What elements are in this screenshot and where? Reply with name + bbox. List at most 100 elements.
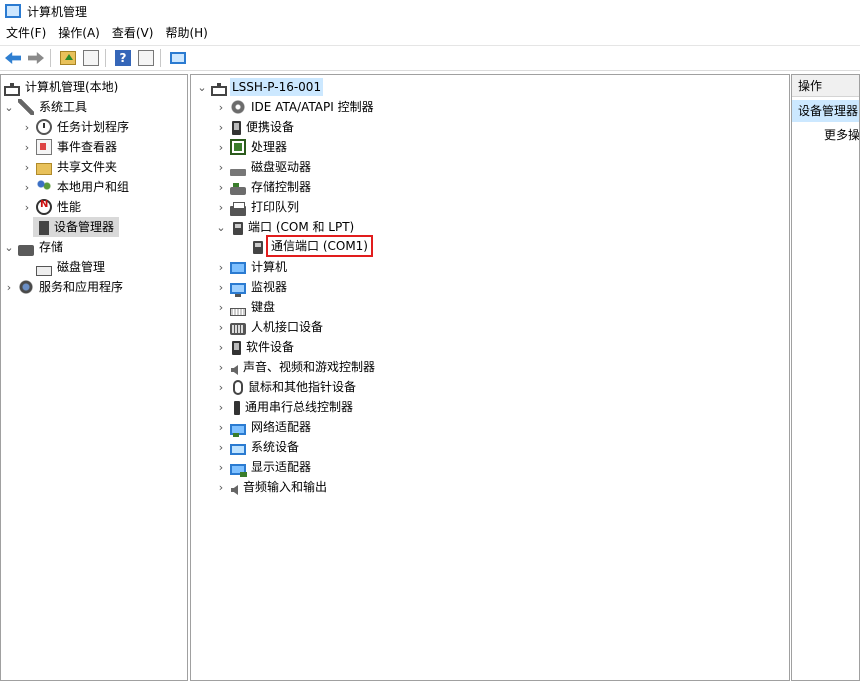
tree-item-disk-management[interactable]: 磁盘管理 — [33, 257, 107, 277]
show-hide-tree-button[interactable] — [81, 48, 101, 68]
menu-file[interactable]: 文件(F) — [0, 23, 52, 43]
chevron-right-icon[interactable]: › — [215, 157, 227, 177]
chevron-right-icon[interactable]: › — [215, 477, 227, 497]
tree-label: 鼠标和其他指针设备 — [248, 380, 357, 394]
device-category-mouse[interactable]: › 鼠标和其他指针设备 — [215, 377, 358, 397]
device-category-monitor[interactable]: › 监视器 — [215, 277, 289, 297]
show-hide-tree-icon — [83, 50, 99, 66]
chevron-right-icon[interactable]: › — [215, 117, 227, 137]
help-button[interactable]: ? — [113, 48, 133, 68]
chevron-right-icon[interactable]: › — [215, 277, 227, 297]
tree-label: 网络适配器 — [251, 420, 312, 434]
tree-label: 存储 — [39, 240, 64, 254]
tree-item-services-apps[interactable]: › 服务和应用程序 — [3, 277, 125, 297]
device-category-ide[interactable]: › IDE ATA/ATAPI 控制器 — [215, 97, 376, 117]
computer-icon — [211, 83, 227, 96]
device-tree-pane[interactable]: ⌄ LSSH-P-16-001 › IDE ATA/ATAPI 控制器 › 便携… — [190, 74, 790, 681]
properties-button[interactable] — [136, 48, 156, 68]
serial-port-icon — [253, 240, 263, 254]
port-icon — [233, 221, 243, 235]
chevron-right-icon[interactable]: › — [21, 197, 33, 217]
toolbar-separator — [160, 49, 161, 67]
tree-label: 系统工具 — [39, 100, 88, 114]
device-category-network[interactable]: › 网络适配器 — [215, 417, 313, 437]
tree-item-local-users[interactable]: › 本地用户和组 — [21, 177, 131, 197]
audio-io-icon — [231, 485, 238, 495]
chevron-right-icon[interactable]: › — [215, 317, 227, 337]
chevron-right-icon[interactable]: › — [215, 457, 227, 477]
tree-label: 系统设备 — [251, 440, 300, 454]
device-category-portable[interactable]: › 便携设备 — [215, 117, 296, 137]
computer-button[interactable] — [168, 48, 188, 68]
device-category-processor[interactable]: › 处理器 — [215, 137, 289, 157]
chevron-right-icon[interactable]: › — [215, 357, 227, 377]
device-category-ports[interactable]: ⌄ 端口 (COM 和 LPT) — [215, 217, 356, 237]
device-category-audio-io[interactable]: › 音频输入和输出 — [215, 477, 329, 497]
chevron-down-icon[interactable]: ⌄ — [3, 97, 15, 117]
hid-icon — [230, 323, 246, 335]
device-category-print-queue[interactable]: › 打印队列 — [215, 197, 301, 217]
display-adapter-icon — [230, 463, 247, 477]
device-category-storage-controller[interactable]: › 存储控制器 — [215, 177, 313, 197]
up-one-level-button[interactable] — [58, 48, 78, 68]
device-category-hid[interactable]: › 人机接口设备 — [215, 317, 325, 337]
console-tree-pane[interactable]: 计算机管理(本地) ⌄ 系统工具 › 任务计划程序 › 事件查看器 › 共享文件… — [0, 74, 188, 681]
tree-label: 监视器 — [251, 280, 288, 294]
tree-item-shared-folders[interactable]: › 共享文件夹 — [21, 157, 119, 177]
chevron-right-icon[interactable]: › — [215, 437, 227, 457]
tree-label: 声音、视频和游戏控制器 — [243, 360, 376, 374]
chevron-right-icon[interactable]: › — [215, 297, 227, 317]
chevron-right-icon[interactable]: › — [215, 397, 227, 417]
chevron-right-icon[interactable]: › — [21, 137, 33, 157]
chevron-right-icon[interactable]: › — [215, 197, 227, 217]
tree-item-storage[interactable]: ⌄ 存储 — [3, 237, 65, 257]
chevron-right-icon[interactable]: › — [21, 177, 33, 197]
forward-arrow-icon — [28, 52, 44, 64]
menu-view[interactable]: 查看(V) — [106, 23, 160, 43]
tree-label: 本地用户和组 — [57, 180, 130, 194]
chevron-right-icon[interactable]: › — [21, 117, 33, 137]
device-category-sound[interactable]: › 声音、视频和游戏控制器 — [215, 357, 377, 377]
tree-label: 显示适配器 — [251, 460, 312, 474]
chevron-right-icon[interactable]: › — [215, 97, 227, 117]
device-com1[interactable]: 通信端口 (COM1) — [249, 235, 373, 257]
chevron-right-icon[interactable]: › — [215, 177, 227, 197]
chevron-right-icon[interactable]: › — [3, 277, 15, 297]
device-manager-icon — [39, 221, 49, 235]
tree-item-event-viewer[interactable]: › 事件查看器 — [21, 137, 119, 157]
chevron-down-icon[interactable]: ⌄ — [196, 77, 208, 97]
device-category-system[interactable]: › 系统设备 — [215, 437, 301, 457]
device-category-keyboard[interactable]: › 键盘 — [215, 297, 277, 317]
users-icon — [36, 179, 52, 195]
tree-item-computer-root[interactable]: ⌄ LSSH-P-16-001 — [196, 77, 324, 97]
chevron-down-icon[interactable]: ⌄ — [215, 217, 227, 237]
tree-item-system-tools[interactable]: ⌄ 系统工具 — [3, 97, 89, 117]
chevron-right-icon[interactable]: › — [215, 417, 227, 437]
device-category-display[interactable]: › 显示适配器 — [215, 457, 313, 477]
device-category-disk[interactable]: › 磁盘驱动器 — [215, 157, 313, 177]
actions-device-manager[interactable]: 设备管理器 — [792, 100, 859, 122]
tree-item-computer-management[interactable]: 计算机管理(本地) — [1, 77, 120, 97]
chevron-right-icon[interactable]: › — [215, 257, 227, 277]
tree-item-device-manager[interactable]: 设备管理器 — [33, 217, 120, 237]
tree-item-performance[interactable]: › 性能 — [21, 197, 83, 217]
up-folder-icon — [60, 51, 76, 65]
chevron-right-icon[interactable]: › — [215, 337, 227, 357]
chevron-right-icon[interactable]: › — [215, 137, 227, 157]
performance-icon — [36, 199, 52, 215]
back-button[interactable] — [3, 48, 23, 68]
storage-icon — [18, 244, 34, 256]
tree-label: 服务和应用程序 — [39, 280, 124, 294]
tree-item-task-scheduler[interactable]: › 任务计划程序 — [21, 117, 131, 137]
menu-action[interactable]: 操作(A) — [52, 23, 106, 43]
forward-button[interactable] — [26, 48, 46, 68]
monitor-icon — [230, 282, 246, 297]
device-category-software[interactable]: › 软件设备 — [215, 337, 296, 357]
chevron-right-icon[interactable]: › — [21, 157, 33, 177]
device-category-usb[interactable]: › 通用串行总线控制器 — [215, 397, 355, 417]
chevron-down-icon[interactable]: ⌄ — [3, 237, 15, 257]
device-category-computer[interactable]: › 计算机 — [215, 257, 289, 277]
chevron-right-icon[interactable]: › — [215, 377, 227, 397]
more-actions-link[interactable]: 更多操 — [824, 126, 859, 144]
menu-help[interactable]: 帮助(H) — [159, 23, 213, 43]
